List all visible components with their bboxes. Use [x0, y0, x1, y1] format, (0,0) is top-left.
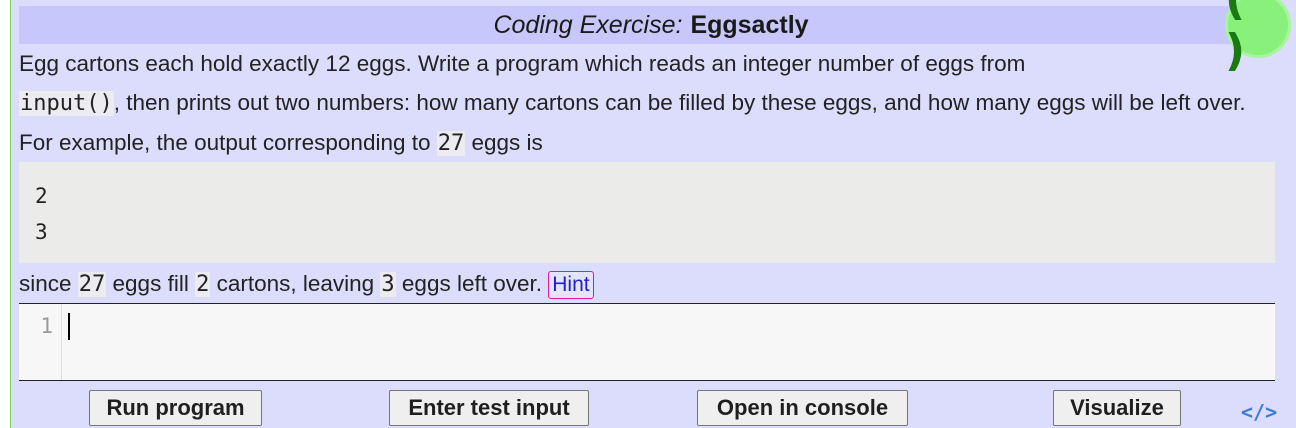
inline-code: input(): [19, 91, 114, 116]
inline-code: 2: [195, 272, 211, 297]
explanation-text: eggs fill: [106, 271, 196, 296]
line-number-gutter: 1: [19, 304, 62, 380]
embed-code-icon[interactable]: </>: [1241, 400, 1277, 424]
explanation-text: since: [19, 271, 78, 296]
enter-test-input-button[interactable]: Enter test input: [389, 390, 589, 426]
run-program-button[interactable]: Run program: [89, 390, 262, 426]
example-explanation: since 27 eggs fill 2 cartons, leaving 3 …: [19, 264, 1283, 304]
description-text: eggs is: [465, 130, 543, 155]
example-output-line: 3: [35, 220, 48, 244]
exercise-panel: Coding Exercise: Eggsactly ( ) Egg carto…: [10, 0, 1296, 428]
explanation-text: cartons, leaving: [210, 271, 381, 296]
inline-code: 27: [77, 272, 107, 297]
code-editor[interactable]: 1: [19, 303, 1275, 381]
open-in-console-button[interactable]: Open in console: [697, 390, 908, 426]
line-number: 1: [40, 314, 53, 338]
inline-code: 3: [380, 272, 396, 297]
description-text: , then prints out two numbers: how many …: [19, 90, 1246, 155]
visualize-button[interactable]: Visualize: [1053, 390, 1181, 426]
text-cursor: [68, 313, 70, 340]
exercise-description: Egg cartons each hold exactly 12 eggs. W…: [19, 44, 1283, 163]
example-output-line: 2: [35, 184, 48, 208]
explanation-text: eggs left over.: [395, 271, 549, 296]
hint-button[interactable]: Hint: [548, 271, 594, 300]
exercise-title-prefix: Coding Exercise:: [493, 10, 683, 39]
exercise-title: Eggsactly: [690, 10, 809, 39]
example-output-block: 2 3: [19, 162, 1275, 263]
description-text: Egg cartons each hold exactly 12 eggs. W…: [19, 51, 1026, 76]
inline-code: 27: [436, 131, 466, 156]
exercise-title-bar: Coding Exercise: Eggsactly: [19, 6, 1283, 44]
